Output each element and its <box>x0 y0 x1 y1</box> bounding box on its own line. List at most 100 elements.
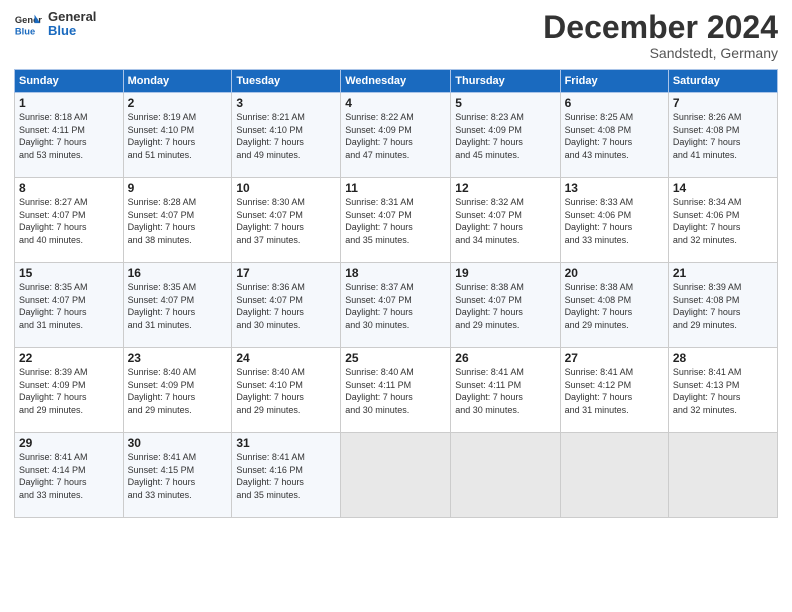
calendar-day-cell: 9 Sunrise: 8:28 AM Sunset: 4:07 PM Dayli… <box>123 178 232 263</box>
header-sunday: Sunday <box>15 70 124 93</box>
calendar-day-cell: 16 Sunrise: 8:35 AM Sunset: 4:07 PM Dayl… <box>123 263 232 348</box>
header-thursday: Thursday <box>451 70 560 93</box>
day-info: Sunrise: 8:25 AM Sunset: 4:08 PM Dayligh… <box>565 111 664 161</box>
header: General Blue General Blue December 2024 … <box>14 10 778 61</box>
day-number: 24 <box>236 351 336 365</box>
calendar-header: Sunday Monday Tuesday Wednesday Thursday… <box>15 70 778 93</box>
day-info: Sunrise: 8:27 AM Sunset: 4:07 PM Dayligh… <box>19 196 119 246</box>
calendar-day-cell: 11 Sunrise: 8:31 AM Sunset: 4:07 PM Dayl… <box>341 178 451 263</box>
day-info: Sunrise: 8:38 AM Sunset: 4:07 PM Dayligh… <box>455 281 555 331</box>
day-number: 1 <box>19 96 119 110</box>
day-info: Sunrise: 8:32 AM Sunset: 4:07 PM Dayligh… <box>455 196 555 246</box>
day-number: 12 <box>455 181 555 195</box>
calendar-week-row: 29 Sunrise: 8:41 AM Sunset: 4:14 PM Dayl… <box>15 433 778 518</box>
day-number: 9 <box>128 181 228 195</box>
header-friday: Friday <box>560 70 668 93</box>
day-info: Sunrise: 8:39 AM Sunset: 4:08 PM Dayligh… <box>673 281 773 331</box>
calendar-week-row: 15 Sunrise: 8:35 AM Sunset: 4:07 PM Dayl… <box>15 263 778 348</box>
header-monday: Monday <box>123 70 232 93</box>
calendar-day-cell: 13 Sunrise: 8:33 AM Sunset: 4:06 PM Dayl… <box>560 178 668 263</box>
logo-blue-text: Blue <box>48 24 96 38</box>
calendar-day-cell: 27 Sunrise: 8:41 AM Sunset: 4:12 PM Dayl… <box>560 348 668 433</box>
day-info: Sunrise: 8:40 AM Sunset: 4:11 PM Dayligh… <box>345 366 446 416</box>
calendar-day-cell: 19 Sunrise: 8:38 AM Sunset: 4:07 PM Dayl… <box>451 263 560 348</box>
day-info: Sunrise: 8:26 AM Sunset: 4:08 PM Dayligh… <box>673 111 773 161</box>
day-number: 27 <box>565 351 664 365</box>
day-number: 25 <box>345 351 446 365</box>
day-number: 17 <box>236 266 336 280</box>
calendar-day-cell: 20 Sunrise: 8:38 AM Sunset: 4:08 PM Dayl… <box>560 263 668 348</box>
day-number: 23 <box>128 351 228 365</box>
day-number: 31 <box>236 436 336 450</box>
calendar-day-cell: 26 Sunrise: 8:41 AM Sunset: 4:11 PM Dayl… <box>451 348 560 433</box>
calendar-day-cell: 23 Sunrise: 8:40 AM Sunset: 4:09 PM Dayl… <box>123 348 232 433</box>
day-info: Sunrise: 8:21 AM Sunset: 4:10 PM Dayligh… <box>236 111 336 161</box>
day-info: Sunrise: 8:34 AM Sunset: 4:06 PM Dayligh… <box>673 196 773 246</box>
day-info: Sunrise: 8:40 AM Sunset: 4:10 PM Dayligh… <box>236 366 336 416</box>
day-info: Sunrise: 8:38 AM Sunset: 4:08 PM Dayligh… <box>565 281 664 331</box>
calendar-day-cell: 28 Sunrise: 8:41 AM Sunset: 4:13 PM Dayl… <box>668 348 777 433</box>
calendar-day-cell: 5 Sunrise: 8:23 AM Sunset: 4:09 PM Dayli… <box>451 93 560 178</box>
day-info: Sunrise: 8:33 AM Sunset: 4:06 PM Dayligh… <box>565 196 664 246</box>
calendar-day-cell <box>341 433 451 518</box>
calendar-day-cell: 6 Sunrise: 8:25 AM Sunset: 4:08 PM Dayli… <box>560 93 668 178</box>
calendar-day-cell: 25 Sunrise: 8:40 AM Sunset: 4:11 PM Dayl… <box>341 348 451 433</box>
day-info: Sunrise: 8:41 AM Sunset: 4:11 PM Dayligh… <box>455 366 555 416</box>
day-info: Sunrise: 8:18 AM Sunset: 4:11 PM Dayligh… <box>19 111 119 161</box>
calendar-day-cell: 3 Sunrise: 8:21 AM Sunset: 4:10 PM Dayli… <box>232 93 341 178</box>
day-header-row: Sunday Monday Tuesday Wednesday Thursday… <box>15 70 778 93</box>
day-number: 2 <box>128 96 228 110</box>
calendar-day-cell: 17 Sunrise: 8:36 AM Sunset: 4:07 PM Dayl… <box>232 263 341 348</box>
day-number: 15 <box>19 266 119 280</box>
day-info: Sunrise: 8:36 AM Sunset: 4:07 PM Dayligh… <box>236 281 336 331</box>
day-number: 10 <box>236 181 336 195</box>
calendar-day-cell <box>668 433 777 518</box>
day-info: Sunrise: 8:41 AM Sunset: 4:14 PM Dayligh… <box>19 451 119 501</box>
title-block: December 2024 Sandstedt, Germany <box>543 10 778 61</box>
calendar-day-cell: 24 Sunrise: 8:40 AM Sunset: 4:10 PM Dayl… <box>232 348 341 433</box>
day-number: 26 <box>455 351 555 365</box>
day-info: Sunrise: 8:37 AM Sunset: 4:07 PM Dayligh… <box>345 281 446 331</box>
day-number: 5 <box>455 96 555 110</box>
day-number: 8 <box>19 181 119 195</box>
day-info: Sunrise: 8:40 AM Sunset: 4:09 PM Dayligh… <box>128 366 228 416</box>
day-info: Sunrise: 8:39 AM Sunset: 4:09 PM Dayligh… <box>19 366 119 416</box>
day-number: 30 <box>128 436 228 450</box>
calendar-week-row: 22 Sunrise: 8:39 AM Sunset: 4:09 PM Dayl… <box>15 348 778 433</box>
day-info: Sunrise: 8:22 AM Sunset: 4:09 PM Dayligh… <box>345 111 446 161</box>
calendar-day-cell: 18 Sunrise: 8:37 AM Sunset: 4:07 PM Dayl… <box>341 263 451 348</box>
calendar-week-row: 8 Sunrise: 8:27 AM Sunset: 4:07 PM Dayli… <box>15 178 778 263</box>
calendar-day-cell: 30 Sunrise: 8:41 AM Sunset: 4:15 PM Dayl… <box>123 433 232 518</box>
calendar-day-cell: 4 Sunrise: 8:22 AM Sunset: 4:09 PM Dayli… <box>341 93 451 178</box>
header-saturday: Saturday <box>668 70 777 93</box>
logo: General Blue General Blue <box>14 10 96 39</box>
day-info: Sunrise: 8:30 AM Sunset: 4:07 PM Dayligh… <box>236 196 336 246</box>
day-info: Sunrise: 8:41 AM Sunset: 4:12 PM Dayligh… <box>565 366 664 416</box>
day-info: Sunrise: 8:31 AM Sunset: 4:07 PM Dayligh… <box>345 196 446 246</box>
header-wednesday: Wednesday <box>341 70 451 93</box>
day-number: 19 <box>455 266 555 280</box>
day-number: 7 <box>673 96 773 110</box>
calendar-day-cell <box>451 433 560 518</box>
day-info: Sunrise: 8:41 AM Sunset: 4:16 PM Dayligh… <box>236 451 336 501</box>
calendar-page: General Blue General Blue December 2024 … <box>0 0 792 612</box>
day-number: 22 <box>19 351 119 365</box>
day-info: Sunrise: 8:35 AM Sunset: 4:07 PM Dayligh… <box>128 281 228 331</box>
calendar-day-cell: 14 Sunrise: 8:34 AM Sunset: 4:06 PM Dayl… <box>668 178 777 263</box>
day-number: 11 <box>345 181 446 195</box>
calendar-day-cell: 2 Sunrise: 8:19 AM Sunset: 4:10 PM Dayli… <box>123 93 232 178</box>
logo-icon: General Blue <box>14 10 42 38</box>
day-info: Sunrise: 8:41 AM Sunset: 4:13 PM Dayligh… <box>673 366 773 416</box>
calendar-body: 1 Sunrise: 8:18 AM Sunset: 4:11 PM Dayli… <box>15 93 778 518</box>
day-number: 13 <box>565 181 664 195</box>
calendar-day-cell <box>560 433 668 518</box>
calendar-table: Sunday Monday Tuesday Wednesday Thursday… <box>14 69 778 518</box>
calendar-day-cell: 31 Sunrise: 8:41 AM Sunset: 4:16 PM Dayl… <box>232 433 341 518</box>
day-number: 6 <box>565 96 664 110</box>
calendar-week-row: 1 Sunrise: 8:18 AM Sunset: 4:11 PM Dayli… <box>15 93 778 178</box>
subtitle: Sandstedt, Germany <box>543 45 778 61</box>
day-number: 20 <box>565 266 664 280</box>
day-info: Sunrise: 8:28 AM Sunset: 4:07 PM Dayligh… <box>128 196 228 246</box>
calendar-day-cell: 10 Sunrise: 8:30 AM Sunset: 4:07 PM Dayl… <box>232 178 341 263</box>
day-number: 16 <box>128 266 228 280</box>
